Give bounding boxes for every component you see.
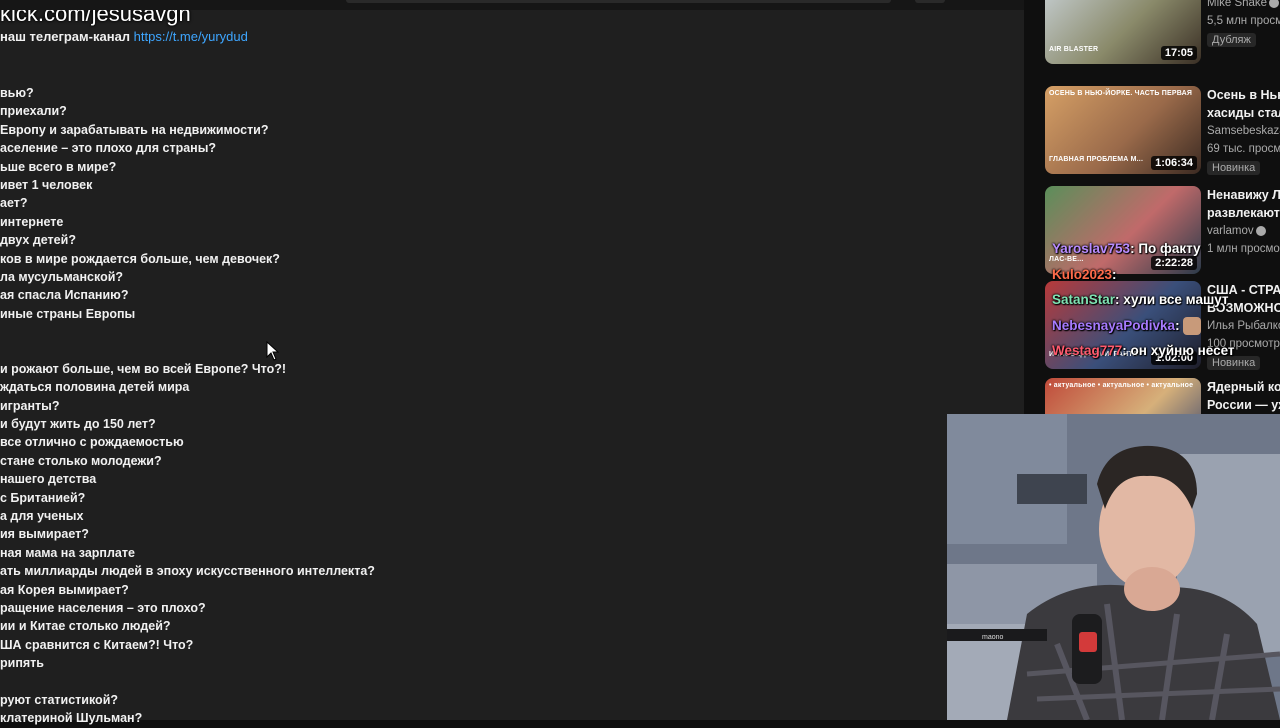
mouse-cursor-icon [266,341,280,361]
channel-name[interactable]: Mike Shake [1207,0,1267,9]
description-line [0,341,520,359]
video-thumbnail[interactable]: ОСЕНЬ В НЬЮ-ЙОРКЕ. ЧАСТЬ ПЕРВАЯ ГЛАВНАЯ П… [1045,86,1201,174]
video-duration: 17:05 [1160,46,1197,60]
video-views: 69 тыс. просм [1207,143,1280,155]
thumbnail-top-text: ОСЕНЬ В НЬЮ-ЙОРКЕ. ЧАСТЬ ПЕРВАЯ [1049,90,1193,97]
description-line: руют статистикой? [0,692,119,707]
video-meta: Воздух в прMike Shake5,5 млн просмДубляж [1207,0,1280,48]
chat-text: : хули все машут [1115,292,1229,307]
chat-text: : [1175,317,1180,333]
video-title-line2[interactable]: России — уж [1207,396,1280,414]
verified-check-icon [1269,0,1280,8]
video-meta: Осень в Нью хасиды стал Samsebeskaza 69 тыс… [1207,86,1280,176]
description-line: ает? [0,196,28,211]
description-line: с Британией? [0,490,86,505]
channel-name-row[interactable]: Mike Shake [1207,0,1280,12]
webcam-scene: maono [947,414,1280,720]
chat-message: NebesnayaPodivka: [1052,313,1280,339]
verified-check-icon [1255,225,1266,236]
chat-message: Yaroslav753: По факту [1052,236,1280,262]
description-line: клатериной Шульман? [0,711,143,726]
chat-username: Westag777 [1052,343,1123,358]
description-line: ращение населения – это плохо? [0,600,206,615]
mic-label: maono [982,634,1004,641]
video-title-line2[interactable]: хасиды стал [1207,104,1280,122]
description-line: игранты? [0,398,60,413]
chat-username: Yaroslav753 [1052,241,1131,256]
telegram-link[interactable]: https://t.me/yurydud [134,29,248,44]
description-line [0,323,520,341]
telegram-prefix: наш телеграм-канал [0,29,134,44]
video-title[interactable]: Ненавижу Л [1207,186,1280,204]
chat-message: Westag777: он хуйню несет [1052,338,1280,364]
thumbnail-text: AIR BLASTER [1049,46,1099,53]
thumbnail-text: • актуальное • актуальное • актуальное [1049,382,1194,389]
telegram-line: наш телеграм-канал https://t.me/yurydud [0,29,248,45]
webcam-feed: maono [947,414,1280,720]
description-line: ная мама на зарплате [0,545,135,560]
description-line: нашего детства [0,472,97,487]
chat-text: : он хуйню несет [1122,343,1235,358]
description-line: стане столько молодежи? [0,453,162,468]
chat-username: Kulo2023 [1052,266,1113,282]
description-line: ать миллиарды людей в эпоху искусственно… [0,564,375,579]
description-line: ая Корея вымирает? [0,582,129,597]
chat-text: : [1112,266,1117,282]
description-lines: вью? приехали? Европу и зарабатывать на не… [0,84,520,728]
channel-name-row[interactable]: Samsebeskaza [1207,122,1280,140]
description-line: ков в мире рождается больше, чем девочек… [0,251,280,266]
chat-message: SatanStar: хули все машут [1052,287,1280,313]
description-line: ла мусульманской? [0,269,124,284]
description-line: и рожают больше, чем во всей Европе? Что… [0,361,287,376]
description-line: ая спасла Испанию? [0,288,129,303]
description-line: Европу и зарабатывать на недвижимости? [0,122,269,137]
description-line: и будут жить до 150 лет? [0,417,156,432]
description-line [0,673,520,691]
description-line: ия вымирает? [0,527,89,542]
description-line: ии и Китае столько людей? [0,619,171,634]
description-line: рипять [0,656,44,671]
chat-username: SatanStar [1052,292,1116,307]
related-video-card[interactable]: ОСЕНЬ В НЬЮ-ЙОРКЕ. ЧАСТЬ ПЕРВАЯ ГЛАВНАЯ П… [1045,86,1280,176]
description-line: ивет 1 человек [0,177,93,192]
video-title-line2[interactable]: развлекают [1207,204,1280,222]
chat-message: Kulo2023: [1052,262,1280,288]
search-bar-edge[interactable] [346,0,891,3]
video-badge: Дубляж [1207,33,1256,47]
description-line: а для ученых [0,508,84,523]
video-title[interactable]: Ядерный ко [1207,378,1280,396]
thumbnail-text: ГЛАВНАЯ ПРОБЛЕМА М... [1049,156,1144,163]
video-duration: 1:06:34 [1151,156,1197,170]
chat-emote-icon [1182,316,1201,335]
video-description-panel: kick.com/jesusavgn наш телеграм-канал ht… [0,0,1024,725]
description-line: вью? [0,86,34,100]
related-video-card[interactable]: AIR BLASTER17:05Воздух в прMike Shake5,5… [1045,0,1280,64]
description-line: ША сравнится с Китаем?! Что? [0,637,194,652]
description-line: иные страны Европы [0,306,136,321]
description-line: приехали? [0,104,67,119]
video-meta: Ядерный ко России — уж [1207,378,1280,414]
description-line: ждаться половина детей мира [0,380,190,395]
description-line: все отлично с рождаемостью [0,435,184,450]
description-line: двух детей? [0,233,76,248]
video-badge: Новинка [1207,161,1261,175]
chat-text: : По факту [1130,241,1201,256]
video-thumbnail[interactable]: AIR BLASTER 17:05 [1045,0,1201,64]
description-line: аселение – это плохо для страны? [0,141,217,156]
channel-name[interactable]: Samsebeskaza [1207,125,1280,137]
description-line: интернете [0,214,64,229]
video-title[interactable]: Осень в Нью [1207,86,1280,104]
chat-username: NebesnayaPodivka [1052,317,1176,333]
stream-chat-overlay: Yaroslav753: По факту Kulo2023: SatanStar:… [1052,236,1280,364]
description-line: ьше всего в мире? [0,159,117,174]
search-button-edge[interactable] [915,0,945,3]
video-views: 5,5 млн просм [1207,15,1280,27]
